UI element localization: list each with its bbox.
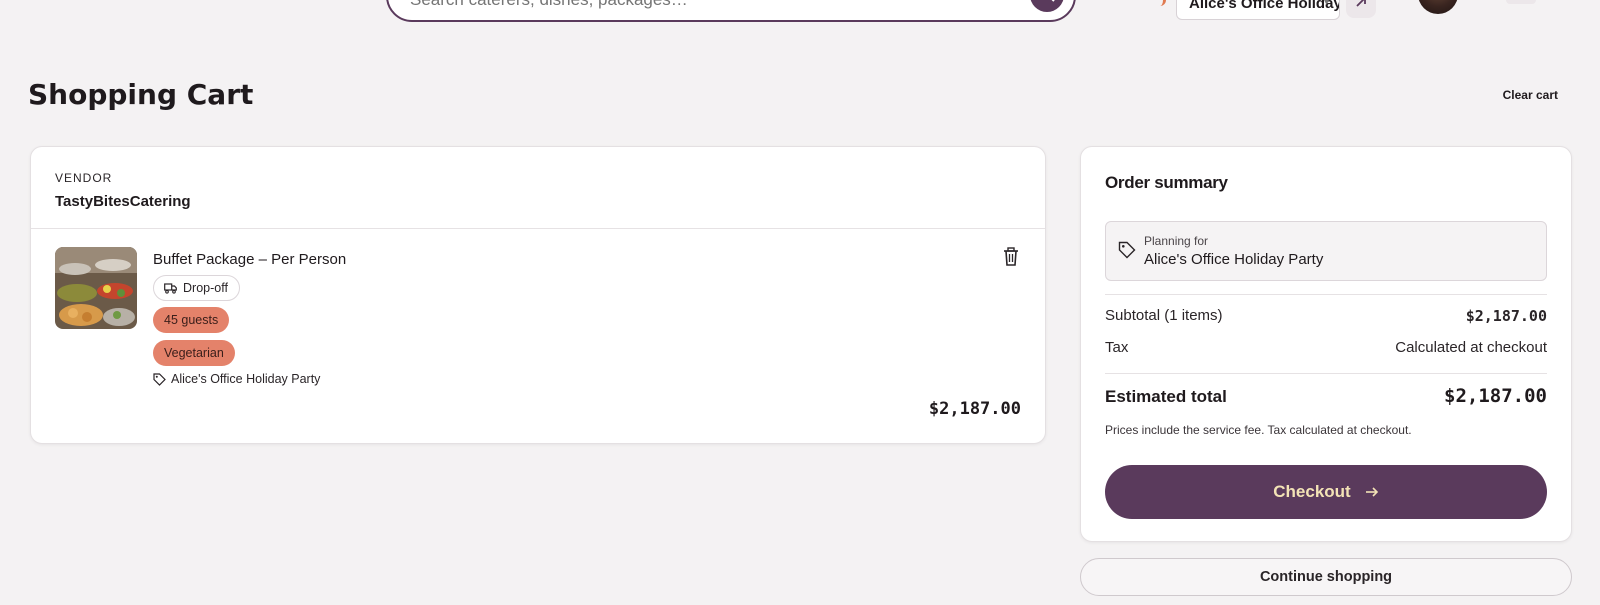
avatar[interactable]: [1418, 0, 1458, 14]
clear-cart-button[interactable]: Clear cart: [1503, 88, 1558, 102]
pricing-note: Prices include the service fee. Tax calc…: [1105, 423, 1412, 437]
logo-icon[interactable]: [34, 0, 70, 10]
cart-icon[interactable]: [1506, 0, 1536, 4]
chevron-down-icon: ▾: [1323, 0, 1329, 8]
vendor-label: VENDOR: [55, 171, 113, 185]
tag-icon: [1118, 241, 1136, 259]
divider: [1105, 373, 1547, 374]
item-price: $2,187.00: [928, 399, 1021, 419]
estimated-total-value: $2,187.00: [1444, 385, 1547, 407]
service-type-label: Drop-off: [183, 281, 228, 295]
vendor-header: VENDOR TastyBitesCatering: [31, 147, 1045, 229]
event-indicator: [1156, 0, 1166, 6]
arrow-right-icon: [1365, 487, 1378, 497]
checkout-button[interactable]: Checkout: [1105, 465, 1547, 519]
item-name[interactable]: Buffet Package – Per Person: [153, 251, 346, 268]
vendor-name: TastyBitesCatering: [55, 193, 191, 210]
tag-icon: [153, 372, 166, 386]
item-image: [55, 247, 137, 329]
item-event-name: Alice's Office Holiday Party: [171, 372, 321, 386]
search-icon: [1051, 0, 1055, 2]
subtotal-value: $2,187.00: [1465, 307, 1547, 325]
subtotal-label: Subtotal (1 items): [1105, 307, 1223, 324]
service-type-badge: Drop-off: [153, 275, 240, 301]
summary-title: Order summary: [1105, 173, 1228, 192]
estimated-total-label: Estimated total: [1105, 387, 1227, 406]
search-input[interactable]: [410, 0, 970, 10]
planning-for-value: Alice's Office Holiday Party: [1144, 251, 1324, 268]
cart-vendor-card: VENDOR TastyBitesCatering Buffet Package…: [30, 146, 1046, 444]
checkout-label: Checkout: [1273, 482, 1351, 501]
guests-badge: 45 guests: [153, 307, 230, 333]
search-bar: [386, 0, 1076, 22]
planning-for-label: Planning for: [1144, 234, 1209, 248]
divider: [1105, 294, 1547, 295]
remove-item-button[interactable]: [1001, 247, 1021, 267]
tax-value: Calculated at checkout: [1395, 339, 1547, 356]
share-button[interactable]: [1346, 0, 1376, 18]
event-selector-value: Alice's Office Holiday Party: [1189, 0, 1340, 12]
diet-badge: Vegetarian: [153, 340, 235, 366]
truck-icon: [164, 282, 177, 294]
trash-icon: [1004, 247, 1018, 266]
item-event-label: Alice's Office Holiday Party: [153, 372, 320, 386]
order-summary-card: Order summary Planning for Alice's Offic…: [1080, 146, 1572, 542]
planning-for-box: Planning for Alice's Office Holiday Part…: [1105, 221, 1547, 281]
event-selector[interactable]: Alice's Office Holiday Party ▾: [1176, 0, 1340, 20]
top-header: Alice's Office Holiday Party ▾: [0, 0, 1600, 30]
share-icon: [1356, 0, 1366, 7]
search-button[interactable]: [1030, 0, 1064, 12]
continue-shopping-button[interactable]: Continue shopping: [1080, 558, 1572, 596]
page-title: Shopping Cart: [28, 78, 254, 111]
tax-label: Tax: [1105, 339, 1129, 356]
